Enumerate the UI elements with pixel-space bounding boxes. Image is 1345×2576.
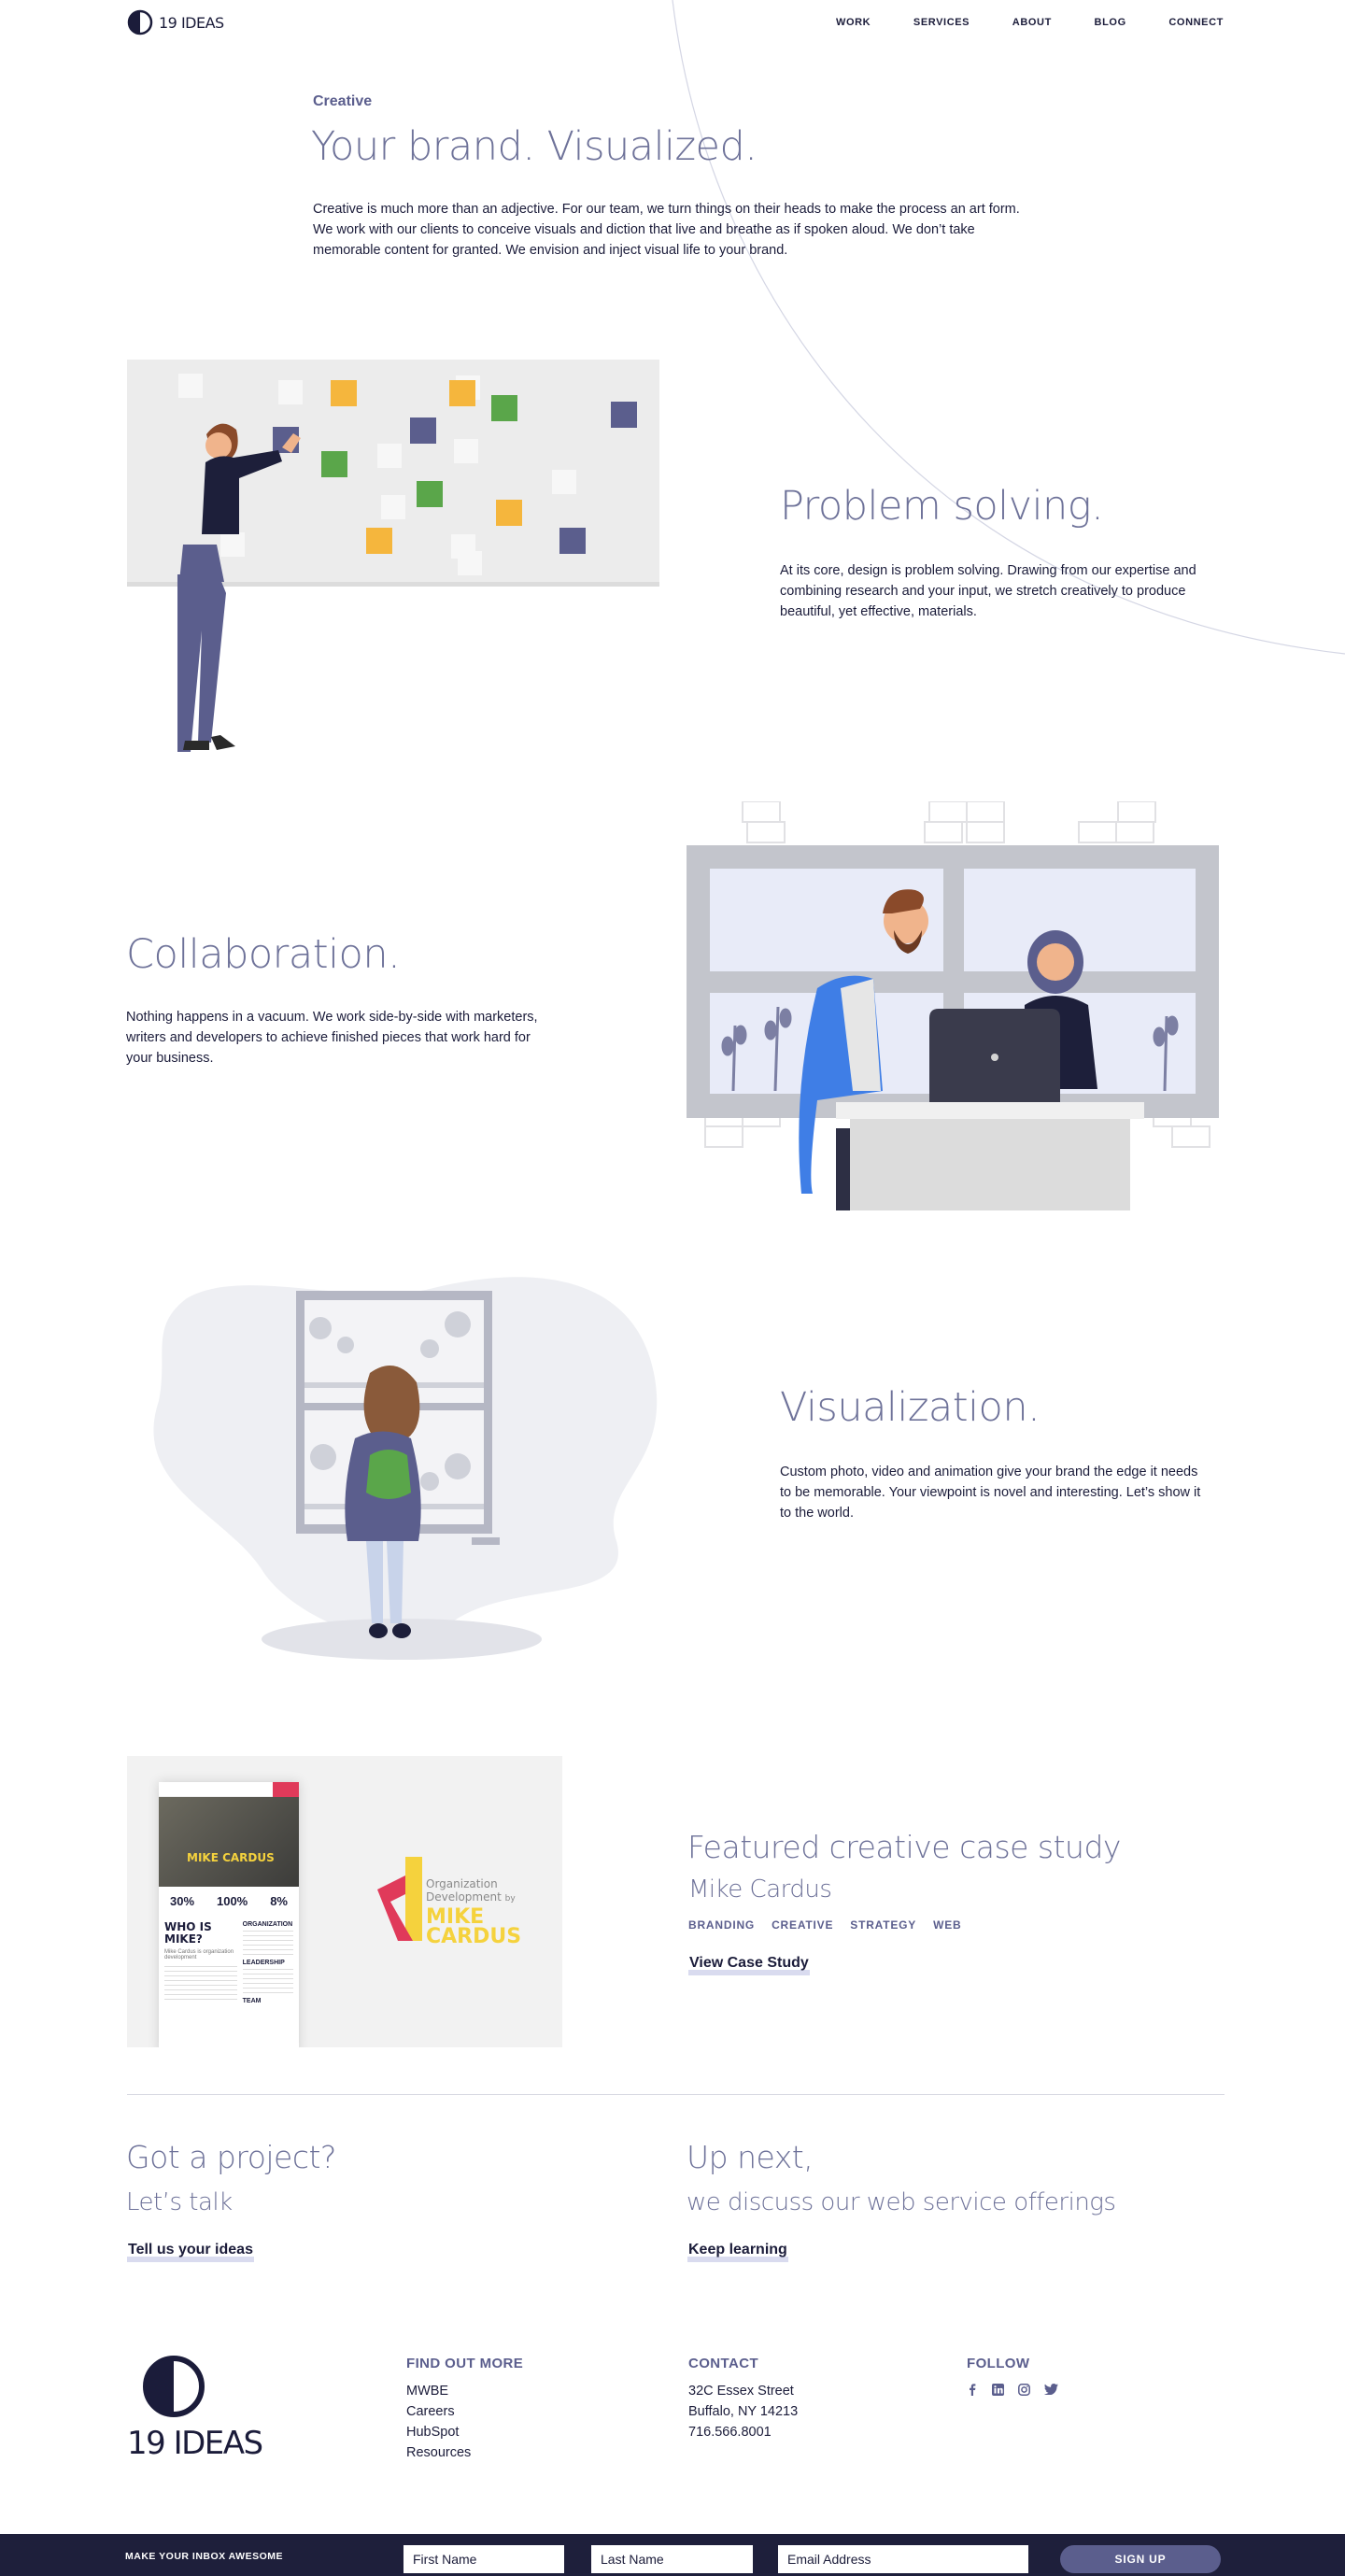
nav-work[interactable]: WORK: [836, 17, 871, 28]
first-name-input[interactable]: [404, 2545, 564, 2573]
section-text: Custom photo, video and animation give y…: [780, 1465, 1201, 1521]
case-study-tags: BRANDING CREATIVE STRATEGY WEB: [688, 1918, 979, 1932]
newsletter-bar: MAKE YOUR INBOX AWESOME SIGN UP: [0, 2534, 1345, 2576]
section-text: At its core, design is problem solving. …: [780, 563, 1196, 619]
email-input[interactable]: [778, 2545, 1028, 2573]
mockup-lead: LEADERSHIP: [242, 1960, 285, 1966]
footer-link-mwbe[interactable]: MWBE: [406, 2381, 523, 2401]
section-title: Problem solving.: [780, 483, 1104, 530]
linkedin-icon[interactable]: [992, 2383, 1004, 2396]
mockup-stats: 30% 100% 8%: [159, 1887, 299, 1908]
logo-mark-icon: [127, 9, 153, 35]
footer-phone[interactable]: 716.566.8001: [688, 2422, 798, 2442]
nav-blog[interactable]: BLOG: [1095, 17, 1126, 28]
header-logo[interactable]: 19 IDEAS: [127, 9, 224, 35]
footer-find-title: FIND OUT MORE: [406, 2356, 524, 2371]
nav-services[interactable]: SERVICES: [913, 17, 970, 28]
facebook-icon[interactable]: [967, 2383, 978, 2396]
tag-web[interactable]: WEB: [933, 1918, 961, 1932]
cta-left-subtitle: Let’s talk: [126, 2188, 233, 2216]
section-title: Collaboration.: [126, 931, 401, 978]
collaboration-illustration: [687, 801, 1219, 1210]
footer-logo[interactable]: 19 IDEAS: [127, 2354, 263, 2462]
case-study-heading: Featured creative case study: [687, 1829, 1121, 1865]
footer-contact: CONTACT 32C Essex Street Buffalo, NY 142…: [688, 2356, 798, 2442]
cta-right-title: Up next,: [687, 2139, 814, 2175]
mockup-stat: 8%: [270, 1894, 288, 1908]
client-logo-text: Organization Development by MIKE CARDUS: [426, 1877, 522, 1948]
last-name-input[interactable]: [591, 2545, 753, 2573]
footer-contact-title: CONTACT: [688, 2356, 759, 2371]
mockup-stat: 100%: [216, 1894, 248, 1908]
mockup-accent: [273, 1782, 299, 1797]
section-divider: [127, 2094, 1225, 2095]
section-text: Nothing happens in a vacuum. We work sid…: [126, 1010, 538, 1066]
mockup-team: TEAM: [242, 1998, 262, 2004]
nav-about[interactable]: ABOUT: [1012, 17, 1052, 28]
section-title: Visualization.: [780, 1384, 1041, 1431]
logo-text: 19 IDEAS: [159, 13, 224, 32]
nav-connect[interactable]: CONNECT: [1168, 17, 1224, 28]
keep-learning-link[interactable]: Keep learning: [687, 2243, 788, 2262]
cta-right-subtitle: we discuss our web service offerings: [687, 2188, 1116, 2216]
footer-follow-title: FOLLOW: [967, 2356, 1030, 2371]
footer-follow: FOLLOW: [967, 2356, 1058, 2396]
newsletter-label: MAKE YOUR INBOX AWESOME: [125, 2551, 284, 2562]
mockup-org: ORGANIZATION: [242, 1921, 293, 1928]
footer-link-hubspot[interactable]: HubSpot: [406, 2422, 523, 2442]
website-mockup: MIKE CARDUS 30% 100% 8% WHO IS MIKE? Mik…: [159, 1782, 299, 2047]
page-title: Your brand. Visualized.: [311, 123, 757, 170]
mockup-sub: Mike Cardus is organization development: [164, 1949, 234, 1960]
logo-by: by: [504, 1894, 516, 1904]
tell-us-ideas-link[interactable]: Tell us your ideas: [127, 2243, 254, 2262]
tag-creative[interactable]: CREATIVE: [772, 1918, 833, 1932]
sticky-notes-illustration: [127, 360, 659, 752]
case-study-image[interactable]: MIKE CARDUS 30% 100% 8% WHO IS MIKE? Mik…: [127, 1756, 562, 2047]
footer-find-out-more: FIND OUT MORE MWBE Careers HubSpot Resou…: [406, 2356, 523, 2463]
logo-line2: Development: [426, 1890, 502, 1904]
mockup-hero: MIKE CARDUS: [159, 1797, 299, 1887]
case-study-client: Mike Cardus: [688, 1875, 832, 1904]
client-logo-mark-icon: [377, 1857, 422, 1941]
mockup-body: WHO IS MIKE? Mike Cardus is organization…: [159, 1908, 299, 2004]
mockup-stat: 30%: [169, 1894, 195, 1908]
footer-link-careers[interactable]: Careers: [406, 2401, 523, 2422]
logo-line1: Organization: [426, 1877, 498, 1890]
sign-up-button[interactable]: SIGN UP: [1060, 2545, 1221, 2573]
cta-left-title: Got a project?: [126, 2139, 336, 2175]
visualization-illustration: [153, 1277, 658, 1660]
logo-name2: CARDUS: [426, 1925, 522, 1948]
mockup-hero-title: MIKE CARDUS: [187, 1851, 275, 1864]
intro-eyebrow: Creative: [313, 93, 373, 109]
tag-branding[interactable]: BRANDING: [688, 1918, 755, 1932]
footer-address-line: 32C Essex Street: [688, 2384, 794, 2399]
mockup-who: WHO IS MIKE?: [164, 1920, 212, 1946]
intro-text: Creative is much more than an adjective.…: [313, 202, 1020, 258]
main-nav: WORK SERVICES ABOUT BLOG CONNECT: [836, 17, 1224, 28]
mockup-topbar: [159, 1782, 299, 1797]
footer-logo-text: 19 IDEAS: [127, 2425, 263, 2462]
logo-mark-icon: [143, 2356, 205, 2417]
tag-strategy[interactable]: STRATEGY: [850, 1918, 916, 1932]
footer-address-line: Buffalo, NY 14213: [688, 2404, 799, 2419]
footer-link-resources[interactable]: Resources: [406, 2442, 523, 2463]
view-case-study-link[interactable]: View Case Study: [688, 1956, 810, 1975]
instagram-icon[interactable]: [1018, 2383, 1030, 2396]
twitter-icon[interactable]: [1044, 2384, 1058, 2395]
